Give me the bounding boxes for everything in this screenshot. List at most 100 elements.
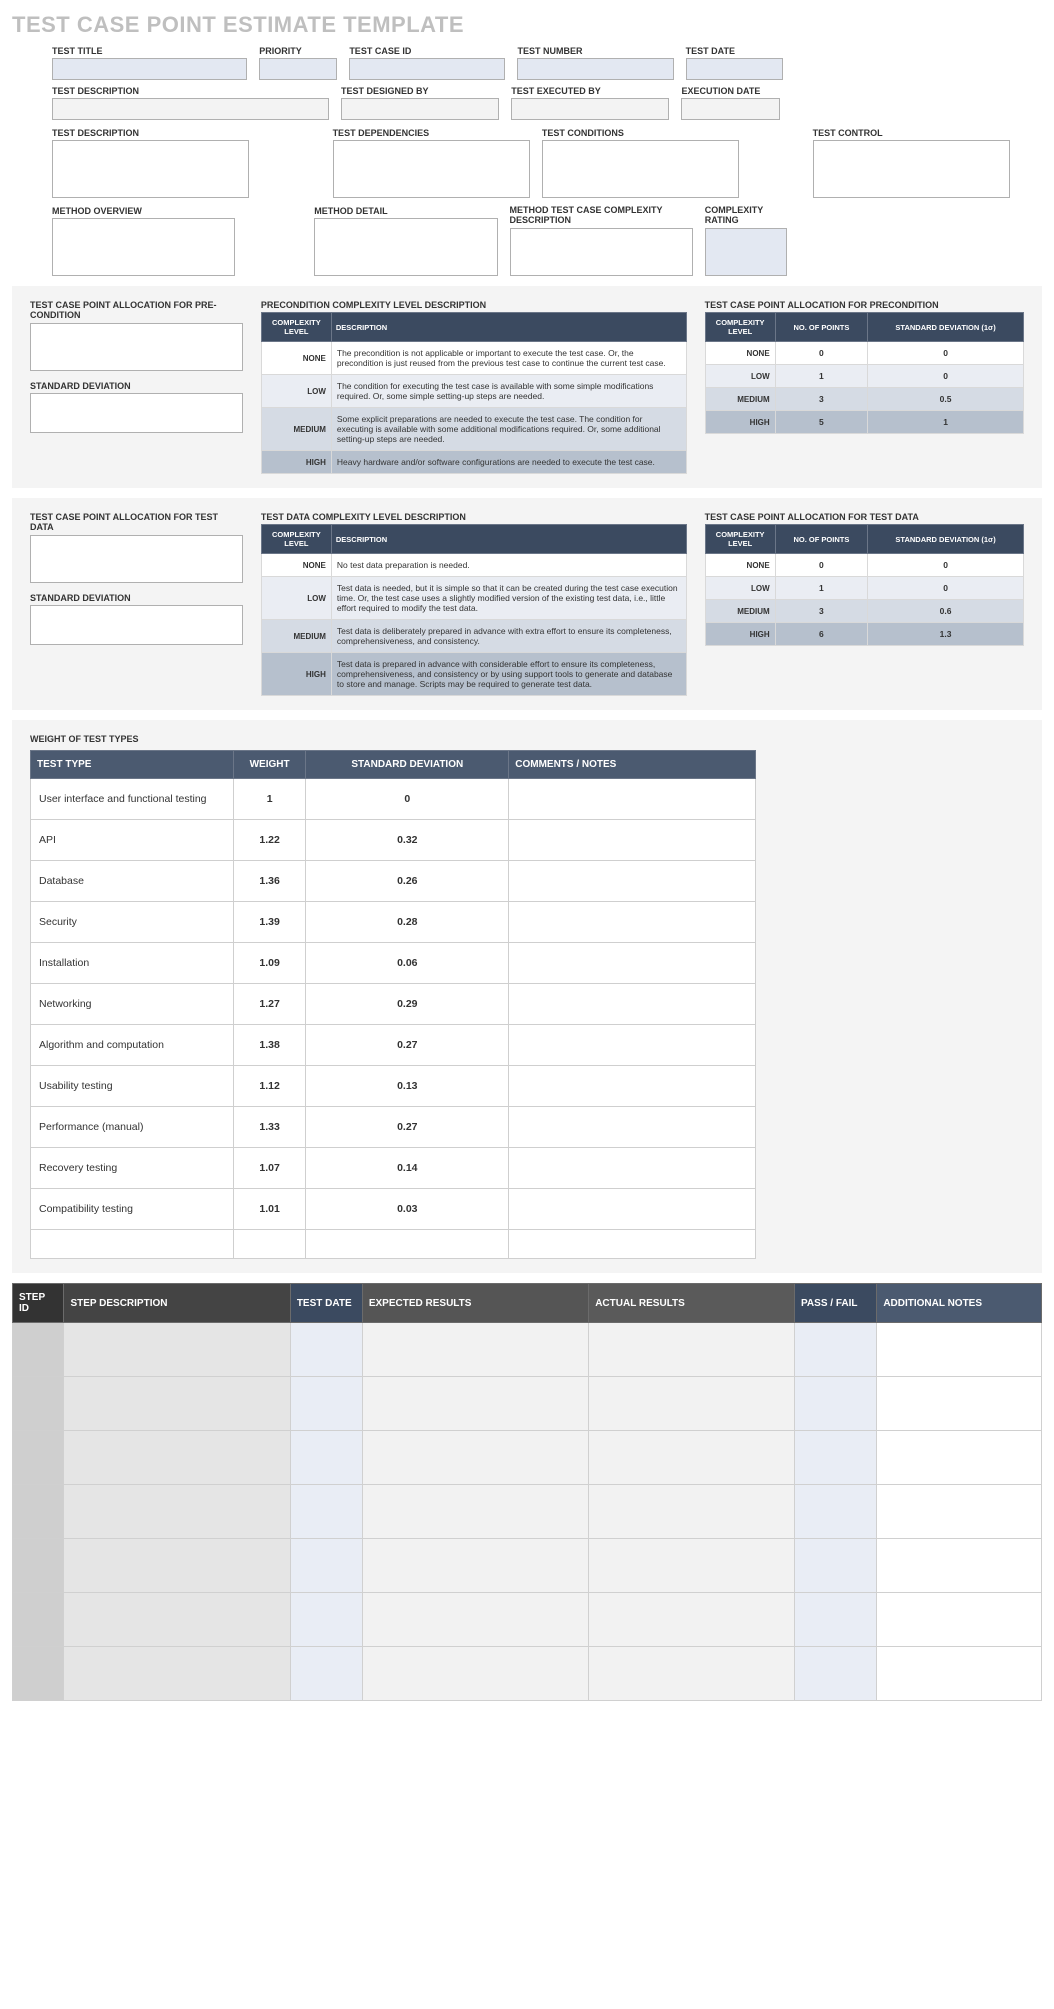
- cell-weight: 1.01: [233, 1189, 305, 1230]
- cell: 6: [775, 623, 867, 646]
- th-points: NO. OF POINTS: [775, 313, 867, 342]
- input-test-description-2[interactable]: [52, 140, 249, 198]
- cell-passfail[interactable]: [795, 1323, 877, 1377]
- lbl-test-description-1: TEST DESCRIPTION: [52, 86, 329, 96]
- cell-expected[interactable]: [362, 1539, 588, 1593]
- cell-passfail[interactable]: [795, 1431, 877, 1485]
- cell: MEDIUM: [705, 388, 775, 411]
- input-test-case-id[interactable]: [349, 58, 505, 80]
- cell-test-date[interactable]: [290, 1431, 362, 1485]
- input-complexity-rating[interactable]: [705, 228, 787, 276]
- lbl-test-number: TEST NUMBER: [517, 46, 673, 56]
- cell-step-desc[interactable]: [64, 1431, 290, 1485]
- input-conditions[interactable]: [542, 140, 739, 198]
- cell-step-id[interactable]: [13, 1323, 64, 1377]
- cell-passfail[interactable]: [795, 1377, 877, 1431]
- lbl-test-case-id: TEST CASE ID: [349, 46, 505, 56]
- input-test-date[interactable]: [686, 58, 784, 80]
- cell-passfail[interactable]: [795, 1647, 877, 1701]
- cell-comments[interactable]: [509, 1189, 755, 1230]
- input-exec-date[interactable]: [681, 98, 780, 120]
- cell-actual[interactable]: [589, 1539, 795, 1593]
- input-test-number[interactable]: [517, 58, 673, 80]
- input-dependencies[interactable]: [333, 140, 530, 198]
- cell-notes[interactable]: [877, 1323, 1042, 1377]
- cell-test-type: Networking: [31, 984, 234, 1025]
- cell-comments[interactable]: [509, 1230, 755, 1259]
- cell-notes[interactable]: [877, 1377, 1042, 1431]
- cell-step-desc[interactable]: [64, 1593, 290, 1647]
- cell-step-desc[interactable]: [64, 1647, 290, 1701]
- cell-comments[interactable]: [509, 902, 755, 943]
- pre-alloc-input[interactable]: [30, 323, 243, 371]
- cell-expected[interactable]: [362, 1647, 588, 1701]
- cell-comments[interactable]: [509, 1066, 755, 1107]
- input-executed-by[interactable]: [511, 98, 669, 120]
- cell-test-type: Database: [31, 861, 234, 902]
- cell-test-date[interactable]: [290, 1323, 362, 1377]
- cell-comments[interactable]: [509, 1025, 755, 1066]
- cell-passfail[interactable]: [795, 1539, 877, 1593]
- weights-panel: WEIGHT OF TEST TYPES TEST TYPE WEIGHT ST…: [12, 720, 1042, 1273]
- cell-step-desc[interactable]: [64, 1485, 290, 1539]
- cell: HIGH: [261, 653, 331, 696]
- input-control[interactable]: [813, 140, 1010, 198]
- cell-passfail[interactable]: [795, 1593, 877, 1647]
- cell-comments[interactable]: [509, 1148, 755, 1189]
- input-designed-by[interactable]: [341, 98, 499, 120]
- input-test-description-1[interactable]: [52, 98, 329, 120]
- cell-comments[interactable]: [509, 861, 755, 902]
- lbl-test-title: TEST TITLE: [52, 46, 247, 56]
- cell-expected[interactable]: [362, 1431, 588, 1485]
- cell-step-desc[interactable]: [64, 1323, 290, 1377]
- cell-step-id[interactable]: [13, 1593, 64, 1647]
- cell-actual[interactable]: [589, 1593, 795, 1647]
- cell-passfail[interactable]: [795, 1485, 877, 1539]
- cell-actual[interactable]: [589, 1323, 795, 1377]
- cell-step-desc[interactable]: [64, 1377, 290, 1431]
- cell-notes[interactable]: [877, 1539, 1042, 1593]
- cell-comments[interactable]: [509, 1107, 755, 1148]
- td-sd-input[interactable]: [30, 605, 243, 645]
- cell-notes[interactable]: [877, 1647, 1042, 1701]
- cell-test-date[interactable]: [290, 1377, 362, 1431]
- cell-expected[interactable]: [362, 1485, 588, 1539]
- cell-comments[interactable]: [509, 820, 755, 861]
- th-step-desc: STEP DESCRIPTION: [64, 1284, 290, 1323]
- cell-sd: [306, 1230, 509, 1259]
- cell-notes[interactable]: [877, 1593, 1042, 1647]
- cell-notes[interactable]: [877, 1431, 1042, 1485]
- cell-expected[interactable]: [362, 1377, 588, 1431]
- cell-comments[interactable]: [509, 779, 755, 820]
- input-test-title[interactable]: [52, 58, 247, 80]
- cell-step-id[interactable]: [13, 1377, 64, 1431]
- cell-expected[interactable]: [362, 1323, 588, 1377]
- table-row: [13, 1539, 1042, 1593]
- cell-actual[interactable]: [589, 1485, 795, 1539]
- cell-expected[interactable]: [362, 1593, 588, 1647]
- cell-step-id[interactable]: [13, 1647, 64, 1701]
- cell-test-date[interactable]: [290, 1593, 362, 1647]
- cell-comments[interactable]: [509, 984, 755, 1025]
- cell-step-id[interactable]: [13, 1431, 64, 1485]
- input-method-overview[interactable]: [52, 218, 235, 276]
- cell-actual[interactable]: [589, 1377, 795, 1431]
- input-method-detail[interactable]: [314, 218, 497, 276]
- cell: HIGH: [705, 411, 775, 434]
- cell-test-type: Compatibility testing: [31, 1189, 234, 1230]
- cell-weight: 1.22: [233, 820, 305, 861]
- cell-notes[interactable]: [877, 1485, 1042, 1539]
- cell-test-date[interactable]: [290, 1539, 362, 1593]
- pre-sd-input[interactable]: [30, 393, 243, 433]
- cell-step-desc[interactable]: [64, 1539, 290, 1593]
- cell-comments[interactable]: [509, 943, 755, 984]
- cell-actual[interactable]: [589, 1431, 795, 1485]
- cell-step-id[interactable]: [13, 1539, 64, 1593]
- cell-test-date[interactable]: [290, 1647, 362, 1701]
- input-priority[interactable]: [259, 58, 337, 80]
- cell-step-id[interactable]: [13, 1485, 64, 1539]
- cell-test-date[interactable]: [290, 1485, 362, 1539]
- cell-actual[interactable]: [589, 1647, 795, 1701]
- td-alloc-input[interactable]: [30, 535, 243, 583]
- input-method-complexity[interactable]: [510, 228, 693, 276]
